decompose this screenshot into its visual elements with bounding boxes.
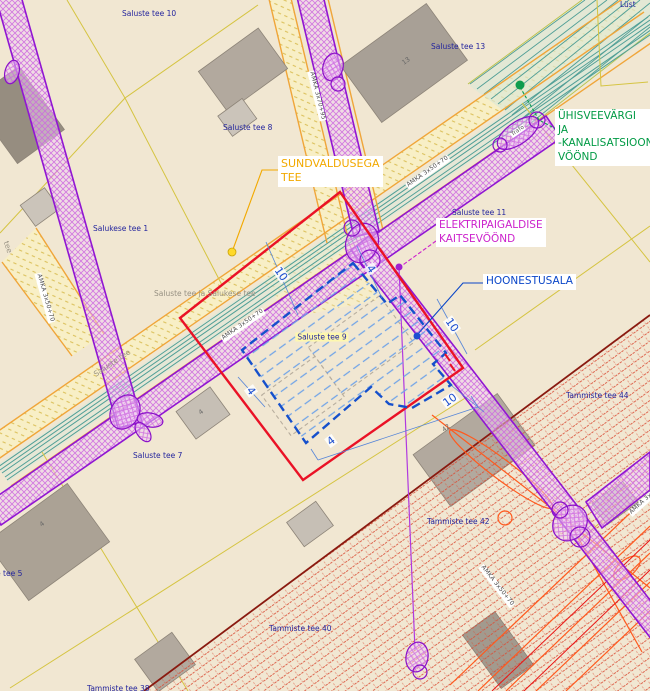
parcel-label-tammiste-38: Tammiste tee 38 [87,684,150,691]
parcel-label-saluste-5: Saluste tee 5 [0,569,22,578]
parcel-label-saluste-9: Saluste tee 9 [295,333,348,342]
electric-leader-dot [396,264,403,271]
hoonestusala-leader-dot [414,333,421,340]
callout-sundvaldusega-tee: SUNDVALDUSEGA TEE [278,156,383,187]
callout-elekter-line1: ELEKTRIPAIGALDISE [439,219,543,233]
callout-sundvaldusega-line2: TEE [281,171,380,185]
callout-hoonestusala: HOONESTUSALA [483,274,576,290]
callout-veevark: ÜHISVEEVÄRGI JA -KANALISATSIOONI VÖÖND [555,109,650,166]
callout-veevark-line4: VÖÖND [558,151,650,165]
parcel-label-saluste-7: Saluste tee 7 [133,451,182,460]
parcel-label-saluste-13: Saluste tee 13 [431,42,485,51]
callout-elekter-line2: KAITSEVÖÖND [439,233,543,247]
callout-veevark-line2: JA [558,124,650,138]
parcel-label-saluste-8: Saluste tee 8 [223,123,272,132]
callout-hoonestusala-label: HOONESTUSALA [486,275,573,289]
road-name-main: Saluste tee ja Salukese tee [154,289,256,298]
parcel-label-tammiste-44: Tammiste tee 44 [566,391,629,400]
map-graphics [0,0,650,691]
map-canvas[interactable]: Saluste tee 10 Saluste tee 13 Saluste te… [0,0,650,691]
callout-sundvaldusega-line1: SUNDVALDUSEGA [281,157,380,171]
callout-veevark-line3: -KANALISATSIOONI [558,137,650,151]
callout-elektripaigaldise: ELEKTRIPAIGALDISE KAITSEVÖÖND [436,218,546,247]
parcel-label-saluste-10: Saluste tee 10 [122,9,176,18]
parcel-label-partial-top-right: Lüst [620,0,636,9]
callout-veevark-line1: ÜHISVEEVÄRGI [558,110,650,124]
parcel-label-salukese-1: Salukese tee 1 [93,224,148,233]
road-leader-dot [228,248,236,256]
parcel-label-tammiste-42: Tammiste tee 42 [427,517,490,526]
water-leader-dot [516,81,525,90]
parcel-label-tammiste-40: Tammiste tee 40 [269,624,332,633]
parcel-label-saluste-11: Saluste tee 11 [452,208,506,217]
